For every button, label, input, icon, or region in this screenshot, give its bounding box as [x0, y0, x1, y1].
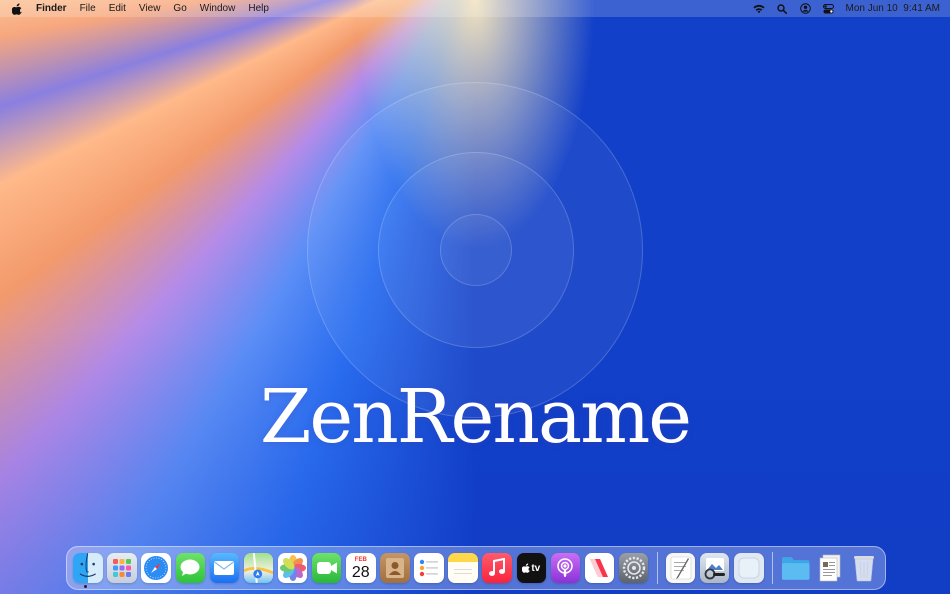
dock-tv[interactable]: tv [516, 553, 547, 583]
apple-tv-logo-icon [522, 563, 531, 573]
dock-separator-2 [771, 552, 773, 584]
news-icon [590, 559, 609, 577]
video-camera-icon [316, 562, 337, 574]
dock-safari[interactable] [141, 553, 171, 583]
dock-textedit[interactable] [665, 553, 696, 583]
notepad-icon [454, 569, 473, 574]
podcast-icon [557, 558, 574, 577]
dock-maps[interactable] [243, 553, 274, 583]
dock-news[interactable] [584, 553, 615, 583]
dock-system-settings[interactable] [618, 553, 649, 583]
checklist-icon [419, 559, 438, 577]
menu-file[interactable]: File [80, 3, 96, 14]
wifi-icon[interactable] [753, 3, 766, 15]
dock-preview[interactable] [699, 553, 730, 583]
dock-reminders[interactable] [414, 553, 444, 583]
flower-icon [279, 555, 306, 581]
menu-bar: Finder File Edit View Go Window Help Mon… [0, 0, 950, 17]
app-placeholder-icon [738, 557, 760, 579]
dock-folder[interactable] [781, 553, 811, 583]
menu-window[interactable]: Window [200, 3, 236, 14]
control-center-icon[interactable] [822, 3, 834, 15]
dock-messages[interactable] [175, 553, 206, 583]
calendar-day: 28 [351, 564, 370, 581]
user-icon[interactable] [799, 3, 811, 15]
dock-notes[interactable] [448, 553, 478, 583]
dock-app-placeholder[interactable] [734, 553, 764, 583]
contact-card-icon [385, 558, 404, 578]
dock-separator [656, 552, 658, 584]
menu-bar-right: Mon Jun 10 9:41 AM [742, 3, 940, 15]
photo-viewer-icon [704, 558, 725, 580]
search-icon[interactable] [776, 3, 788, 15]
pen-paper-icon [670, 556, 691, 580]
dock-contacts[interactable] [380, 553, 410, 583]
launchpad-grid-icon [113, 559, 132, 577]
speech-bubble-icon [180, 559, 200, 576]
hero-title: ZenRename [259, 374, 692, 460]
dock-photos[interactable] [277, 553, 308, 583]
menu-app-name[interactable]: Finder [36, 3, 67, 14]
dock-music[interactable] [482, 553, 512, 583]
menu-go[interactable]: Go [173, 3, 186, 14]
dock-trash[interactable] [849, 553, 879, 583]
dock-calendar[interactable]: FEB 28 [346, 553, 376, 583]
wallpaper-halo-inner [440, 214, 512, 286]
map-icon [243, 553, 274, 583]
calendar-month: FEB [354, 557, 367, 563]
dock-podcasts[interactable] [550, 553, 581, 583]
dock: FEB 28 tv [66, 546, 886, 590]
document-stack-icon [819, 554, 841, 582]
dock-facetime[interactable] [311, 553, 342, 583]
dock-launchpad[interactable] [107, 553, 137, 583]
menu-view[interactable]: View [139, 3, 161, 14]
folder-icon [782, 557, 810, 580]
trash-icon [854, 556, 875, 582]
tv-label: tv [531, 562, 541, 574]
dock-documents[interactable] [815, 553, 845, 583]
menu-bar-left: Finder File Edit View Go Window Help [11, 2, 282, 15]
music-note-icon [489, 558, 506, 576]
dock-finder[interactable] [73, 553, 103, 583]
apple-icon[interactable] [11, 2, 23, 15]
menu-clock[interactable]: Mon Jun 10 9:41 AM [845, 3, 940, 14]
dock-mail[interactable] [209, 553, 240, 583]
gear-icon [622, 556, 645, 580]
envelope-icon [214, 561, 235, 575]
finder-face-icon [79, 553, 97, 577]
menu-help[interactable]: Help [248, 3, 269, 14]
menu-edit[interactable]: Edit [109, 3, 126, 14]
compass-icon [144, 556, 169, 580]
finder-running-indicator [84, 585, 87, 588]
